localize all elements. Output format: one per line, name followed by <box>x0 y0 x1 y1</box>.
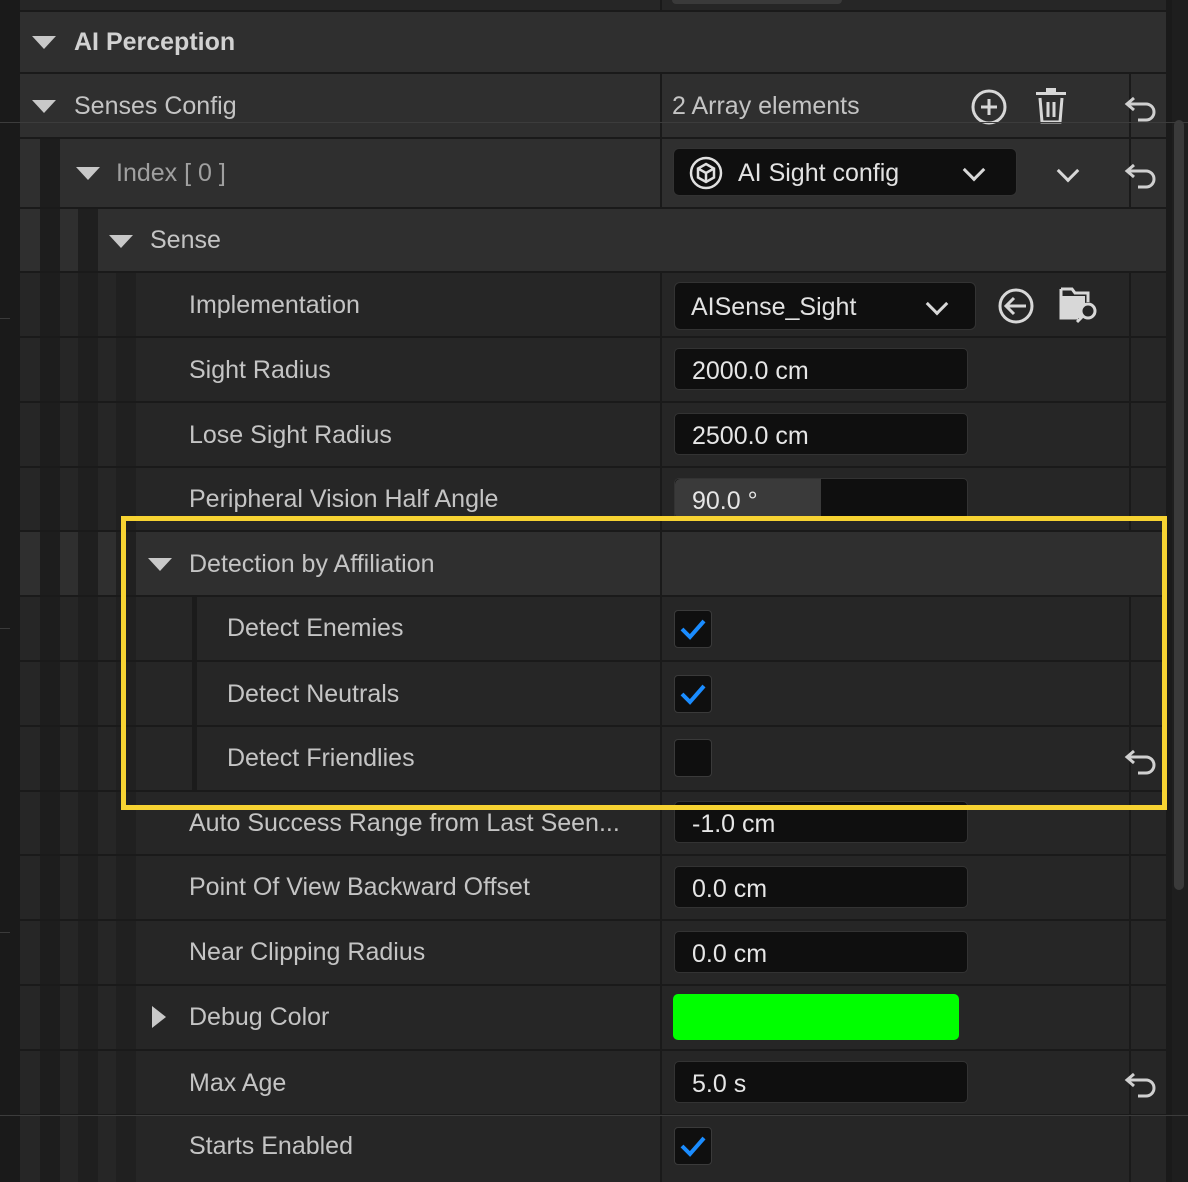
starts-enabled-label: Starts Enabled <box>189 1132 353 1160</box>
category-ai-perception[interactable]: AI Perception <box>20 12 1166 74</box>
use-selected-icon[interactable] <box>996 286 1036 326</box>
debug-color-swatch[interactable] <box>673 994 959 1040</box>
trash-icon[interactable] <box>1032 86 1070 126</box>
row-peripheral-vision: Peripheral Vision Half Angle 90.0 ° <box>20 468 1166 532</box>
pov-backward-offset-input[interactable]: 0.0 cm <box>674 866 968 908</box>
input-value: 2000.0 cm <box>692 357 809 385</box>
sight-radius-input[interactable]: 2000.0 cm <box>674 348 968 390</box>
row-senses-config: Senses Config 2 Array elements <box>20 74 1166 139</box>
array-count-text: 2 Array elements <box>672 92 860 120</box>
collapse-arrow-icon[interactable] <box>148 558 172 571</box>
row-lose-sight-radius: Lose Sight Radius 2500.0 cm <box>20 403 1166 468</box>
chevron-down-icon <box>925 292 949 316</box>
row-detect-neutrals: Detect Neutrals <box>20 662 1166 727</box>
lose-sight-radius-input[interactable]: 2500.0 cm <box>674 413 968 455</box>
category-title: AI Perception <box>74 28 236 56</box>
row-auto-success-range: Auto Success Range from Last Seen... -1.… <box>20 792 1166 856</box>
collapse-arrow-icon[interactable] <box>76 167 100 180</box>
detect-friendlies-checkbox[interactable] <box>674 739 712 777</box>
auto-success-range-label: Auto Success Range from Last Seen... <box>189 809 620 837</box>
sight-radius-label: Sight Radius <box>189 356 331 384</box>
row-top-stub <box>20 0 1166 12</box>
checkmark-icon <box>680 1136 706 1157</box>
detect-neutrals-label: Detect Neutrals <box>227 680 400 708</box>
checkmark-icon <box>680 619 706 640</box>
row-sense: Sense <box>20 209 1166 273</box>
expand-arrow-icon[interactable] <box>152 1006 166 1028</box>
chevron-down-icon <box>962 158 986 182</box>
left-edge-mark <box>0 932 10 933</box>
row-implementation: Implementation AISense_Sight <box>20 273 1166 338</box>
debug-color-label: Debug Color <box>189 1003 330 1031</box>
lose-sight-radius-label: Lose Sight Radius <box>189 421 392 449</box>
row-max-age: Max Age 5.0 s <box>20 1051 1166 1116</box>
reset-arrow-icon[interactable] <box>1124 745 1158 775</box>
plus-circle-icon[interactable] <box>970 88 1008 126</box>
collapse-arrow-icon[interactable] <box>32 100 56 113</box>
reset-arrow-icon[interactable] <box>1124 159 1158 189</box>
detection-by-affiliation-label: Detection by Affiliation <box>189 550 435 578</box>
scrollbar-thumb[interactable] <box>1174 120 1184 890</box>
row-detect-enemies: Detect Enemies <box>20 597 1166 662</box>
checkmark-icon <box>680 684 706 705</box>
row-pov-backward-offset: Point Of View Backward Offset 0.0 cm <box>20 856 1166 921</box>
row-detection-by-affiliation: Detection by Affiliation <box>20 532 1166 597</box>
collapse-arrow-icon[interactable] <box>109 235 133 248</box>
detect-enemies-checkbox[interactable] <box>674 610 712 648</box>
input-value: 2500.0 cm <box>692 422 809 450</box>
starts-enabled-checkbox[interactable] <box>674 1127 712 1165</box>
senses-config-label: Senses Config <box>74 92 237 120</box>
max-age-input[interactable]: 5.0 s <box>674 1061 968 1103</box>
sense-label: Sense <box>150 226 221 254</box>
row-index-0: Index [ 0 ] AI Sight config <box>20 139 1166 209</box>
implementation-dropdown[interactable]: AISense_Sight <box>674 282 976 330</box>
sense-config-dropdown[interactable]: AI Sight config <box>673 148 1017 196</box>
row-near-clipping-radius: Near Clipping Radius 0.0 cm <box>20 921 1166 986</box>
detect-enemies-label: Detect Enemies <box>227 614 404 642</box>
pov-backward-offset-label: Point Of View Backward Offset <box>189 873 530 901</box>
input-value: 0.0 cm <box>692 875 768 903</box>
row-starts-enabled: Starts Enabled <box>20 1116 1166 1182</box>
left-edge-mark <box>0 628 10 629</box>
dropdown-value: AI Sight config <box>738 159 900 187</box>
auto-success-range-input[interactable]: -1.0 cm <box>674 801 968 843</box>
near-clipping-radius-input[interactable]: 0.0 cm <box>674 931 968 973</box>
browse-asset-icon[interactable] <box>1058 284 1100 326</box>
input-value: 90.0 ° <box>692 487 758 515</box>
cube-icon <box>689 156 723 190</box>
reset-arrow-icon[interactable] <box>1124 1068 1158 1098</box>
peripheral-vision-label: Peripheral Vision Half Angle <box>189 485 499 513</box>
chevron-down-icon[interactable] <box>1056 159 1080 183</box>
detect-friendlies-label: Detect Friendlies <box>227 744 415 772</box>
dropdown-value: AISense_Sight <box>691 293 857 321</box>
row-sight-radius: Sight Radius 2000.0 cm <box>20 338 1166 403</box>
input-value: -1.0 cm <box>692 810 776 838</box>
separator-line <box>0 122 1188 123</box>
detect-neutrals-checkbox[interactable] <box>674 675 712 713</box>
row-debug-color: Debug Color <box>20 986 1166 1051</box>
reset-arrow-icon[interactable] <box>1124 92 1158 122</box>
peripheral-vision-slider[interactable]: 90.0 ° <box>674 478 968 520</box>
input-value: 0.0 cm <box>692 940 768 968</box>
max-age-label: Max Age <box>189 1069 287 1097</box>
implementation-label: Implementation <box>189 291 360 319</box>
collapse-arrow-icon[interactable] <box>32 36 56 49</box>
left-edge-mark <box>0 318 10 319</box>
index-label: Index [ 0 ] <box>116 159 226 187</box>
near-clipping-radius-label: Near Clipping Radius <box>189 938 426 966</box>
input-value: 5.0 s <box>692 1070 747 1098</box>
row-detect-friendlies: Detect Friendlies <box>20 727 1166 792</box>
